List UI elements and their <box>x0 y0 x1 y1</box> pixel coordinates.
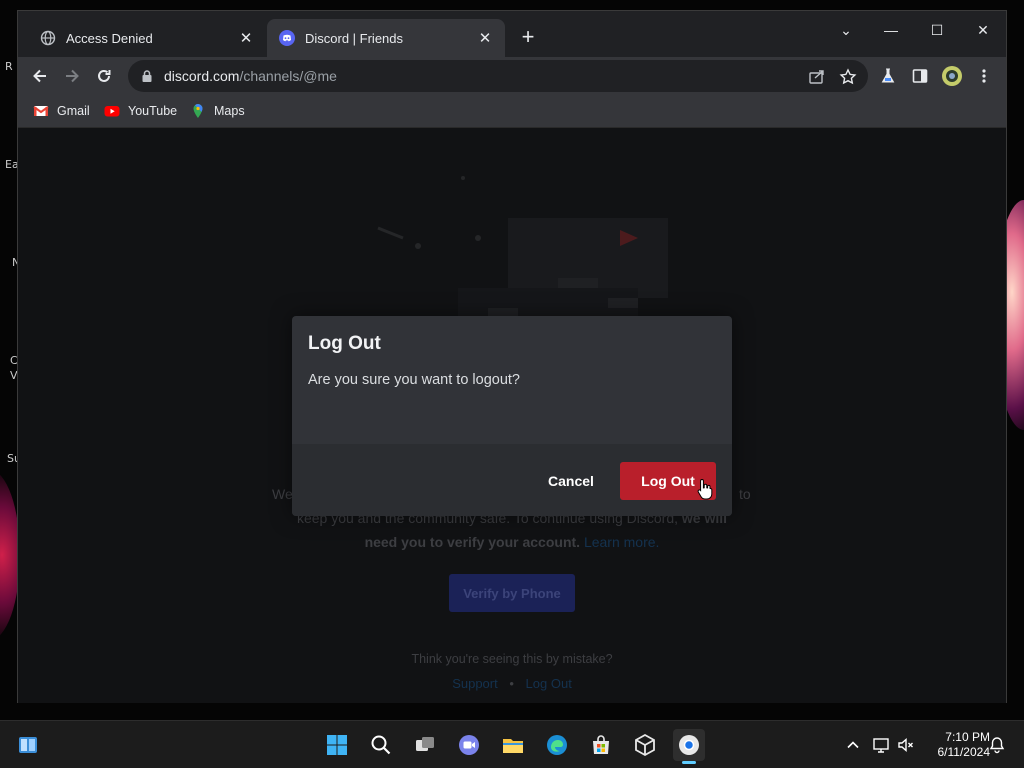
tab-strip: Access Denied ✕ Discord | Friends ✕ + ⌄ … <box>18 11 1006 57</box>
browser-toolbar: discord.com/channels/@me <box>18 57 1006 95</box>
maximize-button[interactable]: ☐ <box>917 17 957 43</box>
url-domain: discord.com <box>164 68 240 84</box>
back-icon[interactable] <box>27 63 53 89</box>
bookmark-gmail[interactable]: Gmail <box>33 103 90 119</box>
browser-window: Access Denied ✕ Discord | Friends ✕ + ⌄ … <box>17 10 1007 703</box>
labs-icon[interactable] <box>877 65 899 87</box>
gmail-icon <box>33 106 49 116</box>
forward-icon[interactable] <box>59 63 85 89</box>
hand-cursor-icon <box>697 478 713 500</box>
verify-by-phone-button[interactable]: Verify by Phone <box>449 574 575 612</box>
verification-message: need you to verify your account. Learn m… <box>18 534 1006 550</box>
teams-chat-icon[interactable] <box>453 729 485 761</box>
reload-icon[interactable] <box>91 63 117 89</box>
tab-title: Access Denied <box>66 30 153 46</box>
support-link[interactable]: Support <box>452 676 498 691</box>
active-app-indicator <box>682 761 696 764</box>
verification-text-fragment: We <box>272 486 293 502</box>
network-icon[interactable] <box>871 735 891 755</box>
new-tab-button[interactable]: + <box>516 25 540 49</box>
tab-discord-friends[interactable]: Discord | Friends ✕ <box>267 19 505 57</box>
verification-text-bold: need you to verify your account. <box>364 534 581 550</box>
tab-search-icon[interactable]: ⌄ <box>826 17 866 43</box>
verification-illustration <box>377 176 668 328</box>
tab-close-icon[interactable]: ✕ <box>477 29 493 47</box>
microsoft-store-icon[interactable] <box>585 729 617 761</box>
bookmark-star-icon[interactable] <box>839 68 857 86</box>
search-icon[interactable] <box>365 729 397 761</box>
globe-icon <box>40 30 56 46</box>
logout-link[interactable]: Log Out <box>526 676 572 691</box>
chevron-up-icon[interactable] <box>843 735 863 755</box>
modal-message: Are you sure you want to logout? <box>308 372 520 388</box>
taskbar: 7:10 PM 6/11/2024 <box>0 720 1024 768</box>
widgets-icon[interactable] <box>12 729 44 761</box>
tab-access-denied[interactable]: Access Denied ✕ <box>28 19 266 57</box>
tab-title: Discord | Friends <box>305 30 404 46</box>
bookmark-label: Gmail <box>57 104 90 118</box>
windows-start-icon[interactable] <box>321 729 353 761</box>
chrome-icon[interactable] <box>673 729 705 764</box>
desktop-icon-label[interactable]: R <box>5 60 13 73</box>
clock-date: 6/11/2024 <box>937 745 991 759</box>
discord-page: We to keep you and the community safe. T… <box>18 128 1006 703</box>
discord-icon <box>279 30 295 46</box>
modal-title: Log Out <box>308 333 381 354</box>
bookmark-maps[interactable]: Maps <box>190 103 245 119</box>
task-view-icon[interactable] <box>409 729 441 761</box>
notification-icon[interactable] <box>987 735 1007 755</box>
maps-icon <box>193 104 203 118</box>
logout-modal: Log Out Are you sure you want to logout?… <box>292 316 732 516</box>
side-panel-icon[interactable] <box>909 65 931 87</box>
learn-more-link[interactable]: Learn more. <box>584 534 659 550</box>
cancel-button[interactable]: Cancel <box>536 462 606 500</box>
address-bar[interactable]: discord.com/channels/@me <box>128 60 868 92</box>
lock-icon[interactable] <box>140 69 154 83</box>
link-separator: • <box>509 676 514 691</box>
bookmark-youtube[interactable]: YouTube <box>104 103 177 119</box>
bookmarks-bar: Gmail YouTube Maps <box>18 95 1006 128</box>
file-explorer-icon[interactable] <box>497 729 529 761</box>
help-links: Support • Log Out <box>18 676 1006 691</box>
virtualbox-icon[interactable] <box>629 729 661 761</box>
close-window-button[interactable]: ✕ <box>963 17 1003 43</box>
bookmark-label: YouTube <box>128 104 178 118</box>
minimize-button[interactable]: — <box>871 17 911 43</box>
mistake-text: Think you're seeing this by mistake? <box>411 652 613 666</box>
edge-icon[interactable] <box>541 729 573 761</box>
system-clock[interactable]: 7:10 PM 6/11/2024 <box>920 730 991 760</box>
volume-muted-icon[interactable] <box>896 735 916 755</box>
share-icon[interactable] <box>808 68 826 86</box>
profile-avatar-icon[interactable] <box>941 65 963 87</box>
url-path: /channels/@me <box>239 68 337 84</box>
verification-text-fragment: to <box>739 486 751 502</box>
clock-time: 7:10 PM <box>945 730 990 744</box>
bookmark-label: Maps <box>214 104 245 118</box>
modal-footer: Cancel Log Out <box>292 444 732 516</box>
menu-kebab-icon[interactable] <box>973 65 995 87</box>
youtube-icon <box>104 106 120 117</box>
tab-close-icon[interactable]: ✕ <box>238 29 254 47</box>
